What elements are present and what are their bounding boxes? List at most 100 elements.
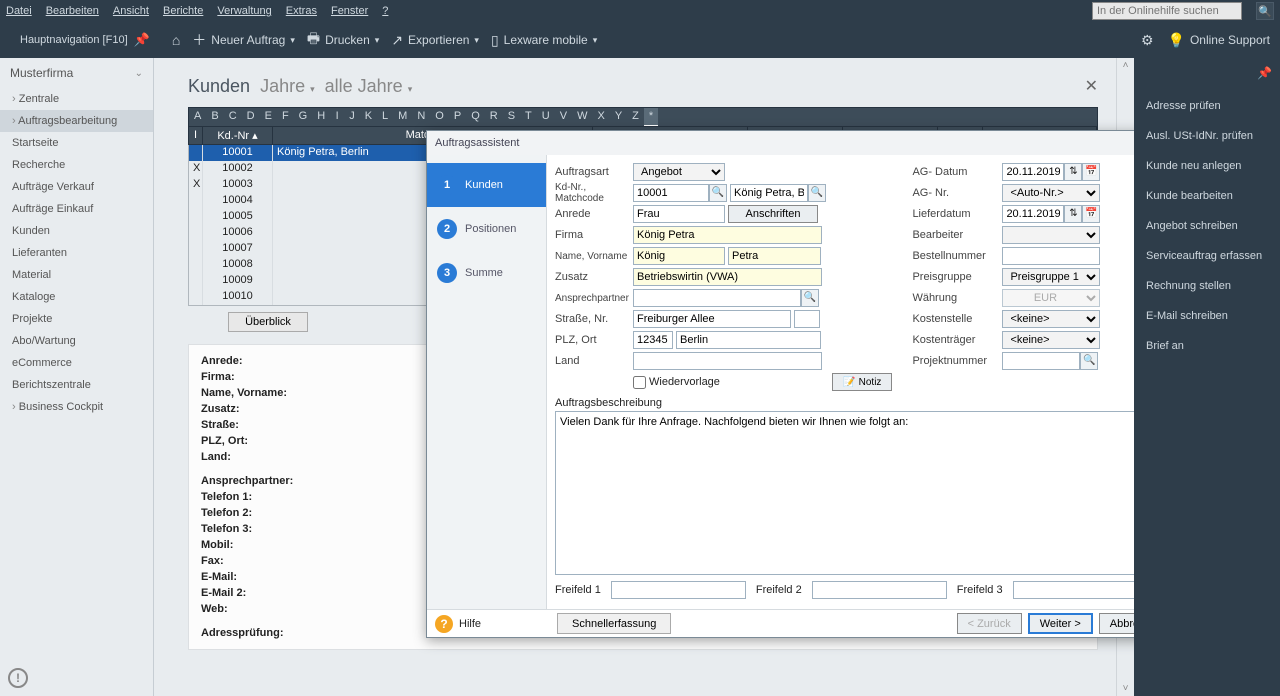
wizard-step-kunden[interactable]: 1Kunden (427, 163, 546, 207)
freifeld1-input[interactable] (611, 581, 746, 599)
sidebar-item-abo[interactable]: Abo/Wartung (0, 330, 153, 352)
menu-bearbeiten[interactable]: Bearbeiten (46, 5, 99, 17)
alpha-U[interactable]: U (537, 108, 555, 126)
kostentraeger-select[interactable]: <keine> (1002, 331, 1100, 349)
drucken-button[interactable]: 🖶Drucken▾ (307, 28, 379, 52)
zusatz-input[interactable] (633, 268, 822, 286)
menu-berichte[interactable]: Berichte (163, 5, 203, 17)
alert-icon[interactable]: ! (8, 668, 28, 688)
anrede-input[interactable] (633, 205, 725, 223)
action-ustid-pruefen[interactable]: Ausl. USt-IdNr. prüfen (1140, 126, 1274, 146)
sidebar-item-startseite[interactable]: Startseite (0, 132, 153, 154)
weiter-button[interactable]: Weiter > (1028, 613, 1093, 634)
col-inactive[interactable]: I (189, 127, 203, 144)
alpha-P[interactable]: P (449, 108, 466, 126)
bearbeiter-select[interactable] (1002, 226, 1100, 244)
hilfe-link[interactable]: Hilfe (459, 618, 481, 630)
sidebar-item-berichtszentrale[interactable]: Berichtszentrale (0, 374, 153, 396)
hausnr-input[interactable] (794, 310, 820, 328)
action-adresse-pruefen[interactable]: Adresse prüfen (1140, 96, 1274, 116)
overview-button[interactable]: Überblick (228, 312, 308, 332)
scroll-down-icon[interactable]: ˅ (1123, 681, 1129, 696)
alpha-B[interactable]: B (206, 108, 223, 126)
hauptnavigation-toggle[interactable]: Hauptnavigation [F10] 📌 (10, 22, 160, 58)
sidebar-item-kunden[interactable]: Kunden (0, 220, 153, 242)
agnr-select[interactable]: <Auto-Nr.> (1002, 184, 1100, 202)
lieferdatum-calendar-icon[interactable]: 📅 (1082, 205, 1100, 223)
firma-input[interactable] (633, 226, 822, 244)
agdatum-calendar-icon[interactable]: 📅 (1082, 163, 1100, 181)
wizard-step-summe[interactable]: 3Summe (427, 251, 546, 295)
kostenstelle-select[interactable]: <keine> (1002, 310, 1100, 328)
sidebar-company[interactable]: Musterfirma⌄ (0, 58, 153, 88)
sidebar-item-material[interactable]: Material (0, 264, 153, 286)
auftragsbeschreibung-textarea[interactable]: Vielen Dank für Ihre Anfrage. Nachfolgen… (555, 411, 1150, 575)
land-input[interactable] (633, 352, 822, 370)
alpha-J[interactable]: J (344, 108, 360, 126)
ort-input[interactable] (676, 331, 821, 349)
freifeld3-input[interactable] (1013, 581, 1148, 599)
menu-ansicht[interactable]: Ansicht (113, 5, 149, 17)
alpha-C[interactable]: C (224, 108, 242, 126)
sidebar-item-lieferanten[interactable]: Lieferanten (0, 242, 153, 264)
menu-extras[interactable]: Extras (286, 5, 317, 17)
projektnr-search-icon[interactable]: 🔍 (1080, 352, 1098, 370)
action-kunde-neu[interactable]: Kunde neu anlegen (1140, 156, 1274, 176)
ansprechpartner-search-icon[interactable]: 🔍 (801, 289, 819, 307)
gear-icon[interactable]: ⚙ (1141, 32, 1154, 49)
vorname-input[interactable] (728, 247, 821, 265)
wiedervorlage-checkbox[interactable] (633, 376, 646, 389)
alpha-H[interactable]: H (312, 108, 330, 126)
alpha-X[interactable]: X (592, 108, 609, 126)
action-email[interactable]: E-Mail schreiben (1140, 306, 1274, 326)
action-brief[interactable]: Brief an (1140, 336, 1274, 356)
agdatum-spinner[interactable]: ⇅ (1064, 163, 1082, 181)
alpha-F[interactable]: F (277, 108, 294, 126)
alpha-Y[interactable]: Y (610, 108, 627, 126)
notiz-button[interactable]: 📝 Notiz (832, 373, 892, 391)
wizard-step-positionen[interactable]: 2Positionen (427, 207, 546, 251)
menu-help[interactable]: ? (382, 5, 388, 17)
matchcode-search-icon[interactable]: 🔍 (808, 184, 826, 202)
lexware-mobile-button[interactable]: ▯Lexware mobile▾ (491, 32, 597, 49)
sidebar-item-auftraege-verkauf[interactable]: Aufträge Verkauf (0, 176, 153, 198)
action-angebot[interactable]: Angebot schreiben (1140, 216, 1274, 236)
help-search-input[interactable] (1092, 2, 1242, 20)
preisgruppe-select[interactable]: Preisgruppe 1 (1002, 268, 1100, 286)
scroll-up-icon[interactable]: ˄ (1123, 58, 1129, 73)
sidebar-item-business-cockpit[interactable]: Business Cockpit (0, 396, 153, 418)
strasse-input[interactable] (633, 310, 791, 328)
menu-verwaltung[interactable]: Verwaltung (217, 5, 271, 17)
filter-jahre[interactable]: Jahre ▾ (260, 76, 315, 97)
lieferdatum-input[interactable] (1002, 205, 1064, 223)
alpha-G[interactable]: G (294, 108, 313, 126)
online-support-button[interactable]: 💡Online Support (1168, 32, 1271, 49)
menu-fenster[interactable]: Fenster (331, 5, 368, 17)
alpha-*[interactable]: * (644, 108, 658, 126)
sidebar-item-recherche[interactable]: Recherche (0, 154, 153, 176)
menu-datei[interactable]: Datei (6, 5, 32, 17)
sidebar-item-projekte[interactable]: Projekte (0, 308, 153, 330)
freifeld2-input[interactable] (812, 581, 947, 599)
alpha-I[interactable]: I (330, 108, 344, 126)
sidebar-item-ecommerce[interactable]: eCommerce (0, 352, 153, 374)
sidebar-item-auftragsbearbeitung[interactable]: Auftragsbearbeitung (0, 110, 153, 132)
anschriften-button[interactable]: Anschriften (728, 205, 818, 223)
exportieren-button[interactable]: ↗Exportieren▾ (391, 32, 479, 49)
filter-alle-jahre[interactable]: alle Jahre ▾ (325, 76, 413, 97)
action-rechnung[interactable]: Rechnung stellen (1140, 276, 1274, 296)
name-input[interactable] (633, 247, 725, 265)
alpha-A[interactable]: A (189, 108, 206, 126)
pin-icon[interactable]: 📌 (134, 32, 150, 48)
alpha-M[interactable]: M (393, 108, 412, 126)
sidebar-item-kataloge[interactable]: Kataloge (0, 286, 153, 308)
neuer-auftrag-button[interactable]: ＋Neuer Auftrag▾ (192, 30, 295, 50)
projektnr-input[interactable] (1002, 352, 1080, 370)
agdatum-input[interactable] (1002, 163, 1064, 181)
alpha-R[interactable]: R (485, 108, 503, 126)
alpha-Z[interactable]: Z (627, 108, 644, 126)
plz-input[interactable] (633, 331, 673, 349)
alpha-W[interactable]: W (572, 108, 592, 126)
alpha-Q[interactable]: Q (466, 108, 485, 126)
auftragsart-select[interactable]: Angebot (633, 163, 725, 181)
